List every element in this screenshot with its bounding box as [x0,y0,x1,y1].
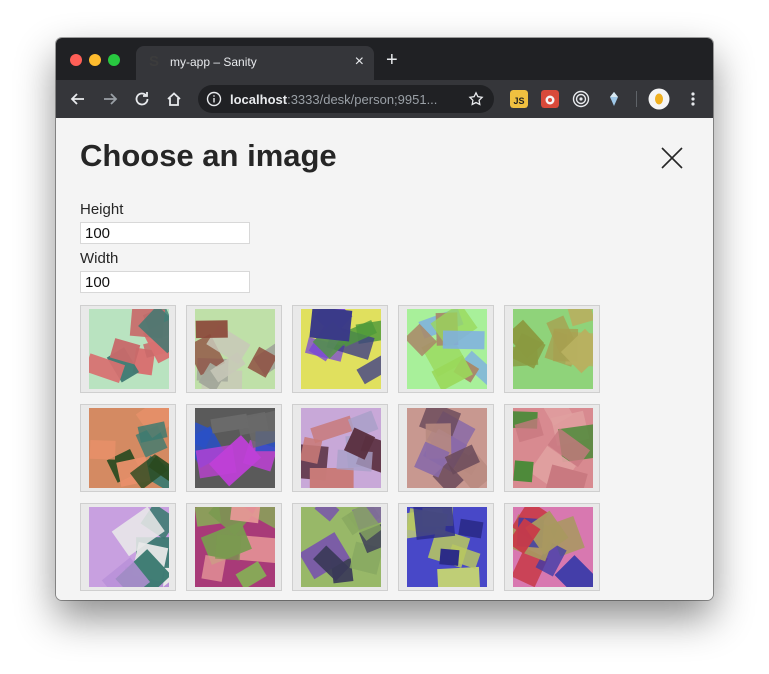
page-title: Choose an image [80,138,337,173]
js-extension-icon[interactable]: JS [510,90,528,108]
thumbnail-art [407,408,487,488]
menu-kebab-icon[interactable] [684,90,702,108]
thumbnail-art [89,309,169,389]
image-thumbnail[interactable] [398,404,494,492]
image-thumbnail[interactable] [398,305,494,393]
browser-toolbar: localhost:3333/desk/person;9951... JS [56,80,713,118]
toolbar-divider [636,91,637,107]
width-input[interactable] [80,271,250,293]
browser-tab[interactable]: S my-app – Sanity × [136,46,374,80]
height-label: Height [80,201,124,218]
image-thumbnail[interactable] [292,404,388,492]
sanity-favicon-icon: S [148,53,159,70]
image-thumbnail[interactable] [186,503,282,591]
gem-extension-icon[interactable] [605,90,623,108]
image-thumbnail[interactable] [80,503,176,591]
thumbnail-art [89,507,169,587]
thumbnail-art [513,408,593,488]
thumbnail-art [513,507,593,587]
svg-text:JS: JS [513,96,524,106]
thumbnail-art [195,309,275,389]
tab-close-icon[interactable]: × [355,53,364,71]
browser-window: S my-app – Sanity × + localhost:3333/des… [56,38,713,600]
image-thumbnail[interactable] [80,305,176,393]
title-bar: S my-app – Sanity × + [56,38,713,80]
thumbnail-art [195,507,275,587]
image-thumbnail[interactable] [80,404,176,492]
info-icon[interactable] [206,91,222,107]
thumbnail-art [513,309,593,389]
url-host: localhost [230,92,288,107]
bug-extension-icon[interactable] [541,90,559,108]
width-label: Width [80,250,119,267]
image-thumbnail[interactable] [186,404,282,492]
bookmark-star-icon[interactable] [468,91,484,107]
image-thumbnail[interactable] [292,305,388,393]
thumbnail-art [89,408,169,488]
image-thumbnail[interactable] [398,503,494,591]
image-thumbnail[interactable] [504,305,600,393]
thumbnail-art [301,507,381,587]
profile-avatar-icon[interactable] [648,88,670,110]
thumbnail-art [407,507,487,587]
thumbnail-art [195,408,275,488]
tab-title: my-app – Sanity [170,55,257,69]
image-thumbnail[interactable] [292,503,388,591]
thumbnail-art [407,309,487,389]
close-icon[interactable] [660,146,684,170]
image-thumbnail[interactable] [504,404,600,492]
new-tab-button[interactable]: + [386,50,398,70]
back-arrow-icon[interactable] [68,89,88,109]
height-input[interactable] [80,222,250,244]
window-maximize-button[interactable] [108,54,120,66]
page-content: Choose an image Height Width [56,118,713,600]
image-thumbnail[interactable] [186,305,282,393]
url-text[interactable]: localhost:3333/desk/person;9951... [230,92,437,107]
image-thumbnail[interactable] [504,503,600,591]
window-minimize-button[interactable] [89,54,101,66]
thumbnail-art [301,408,381,488]
reload-icon[interactable] [132,89,152,109]
forward-arrow-icon[interactable] [100,89,120,109]
home-icon[interactable] [164,89,184,109]
target-extension-icon[interactable] [572,90,590,108]
url-path: :3333/desk/person;9951... [287,92,438,107]
address-bar[interactable]: localhost:3333/desk/person;9951... [198,85,494,113]
window-close-button[interactable] [70,54,82,66]
thumbnail-art [301,309,381,389]
